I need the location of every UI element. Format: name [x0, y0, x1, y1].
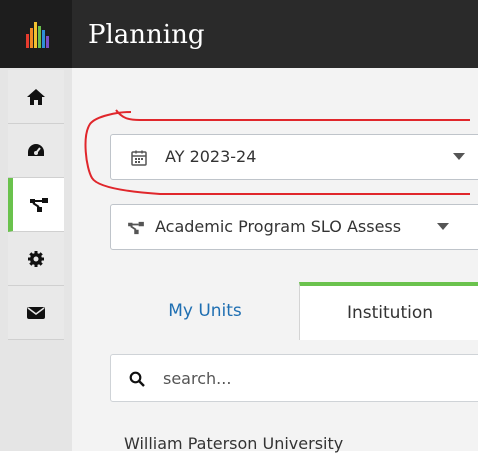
- calendar-icon: [131, 150, 147, 166]
- page-title: Planning: [88, 20, 205, 50]
- search-box[interactable]: search...: [110, 354, 478, 402]
- app-logo[interactable]: [0, 0, 72, 68]
- bar-chart-logo-icon: [26, 22, 49, 48]
- sidebar-item-home[interactable]: [8, 70, 64, 124]
- home-icon: [27, 88, 45, 105]
- dashboard-icon: [28, 143, 44, 156]
- sidebar-item-dashboard[interactable]: [8, 124, 64, 178]
- plan-select-value: Academic Program SLO Assess: [155, 217, 402, 236]
- planning-icon: [29, 197, 48, 212]
- chevron-down-icon: [453, 153, 465, 160]
- sidebar-item-planning[interactable]: [8, 178, 64, 232]
- sidebar-item-mail[interactable]: [8, 286, 64, 340]
- sidebar: [0, 68, 72, 451]
- sidebar-item-settings[interactable]: [8, 232, 64, 286]
- tab-my-units[interactable]: My Units: [110, 282, 300, 340]
- top-bar: Planning: [0, 0, 478, 68]
- academic-year-value: AY 2023-24: [165, 147, 257, 166]
- search-input[interactable]: search...: [163, 369, 231, 388]
- planning-icon: [128, 221, 144, 235]
- academic-year-select[interactable]: AY 2023-24: [110, 134, 478, 180]
- tab-institution[interactable]: Institution: [299, 282, 478, 340]
- gear-icon: [28, 250, 44, 267]
- chevron-down-icon: [437, 223, 449, 230]
- search-icon: [129, 371, 145, 387]
- list-item[interactable]: William Paterson University: [124, 434, 343, 453]
- plan-select[interactable]: Academic Program SLO Assess: [110, 204, 478, 250]
- mail-icon: [27, 306, 45, 319]
